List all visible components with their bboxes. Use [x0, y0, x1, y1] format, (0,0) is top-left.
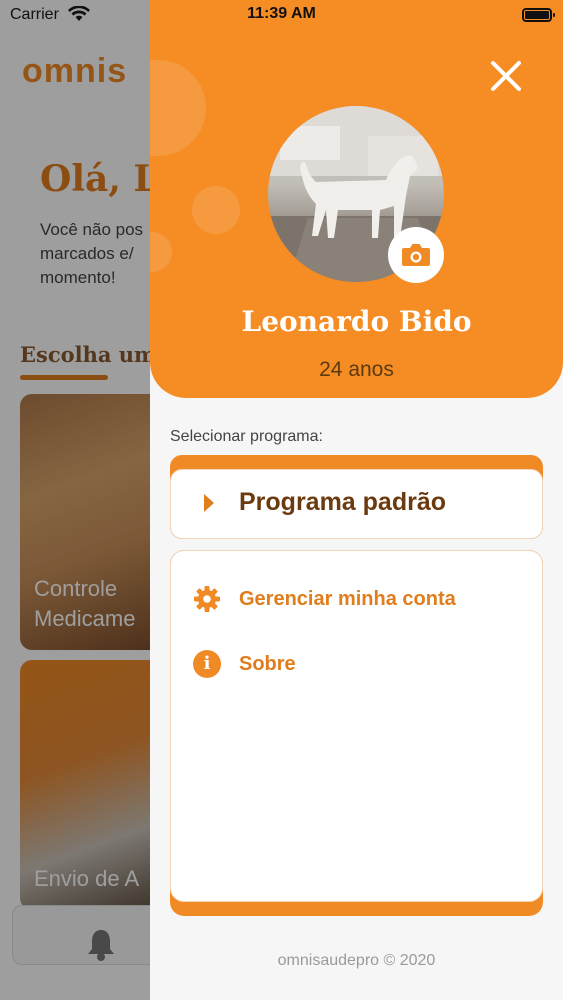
profile-age: 24 anos: [319, 358, 394, 381]
menu-item-label: Gerenciar minha conta: [239, 588, 456, 610]
program-selector: Programa padrão: [170, 455, 543, 539]
camera-icon: [402, 244, 430, 266]
drawer-menu-panel: Gerenciar minha conta i Sobre: [170, 550, 543, 902]
decor-bubble: [150, 60, 206, 156]
program-selector-button[interactable]: Programa padrão: [170, 469, 543, 539]
battery-icon: [522, 8, 555, 22]
info-icon: i: [193, 650, 221, 678]
clock: 11:39 AM: [247, 5, 316, 22]
menu-item-label: Sobre: [239, 653, 296, 675]
decor-bubble: [192, 186, 240, 234]
profile-name: Leonardo Bido: [241, 305, 472, 338]
status-bar: Carrier 11:39 AM: [0, 0, 563, 30]
footer-copyright: omnisaudepro © 2020: [277, 952, 436, 969]
caret-right-icon: [204, 494, 214, 512]
menu-item-about[interactable]: i Sobre: [193, 647, 513, 681]
menu-item-manage-account[interactable]: Gerenciar minha conta: [193, 582, 513, 616]
decor-bubble: [150, 232, 172, 272]
profile-header: Leonardo Bido 24 anos: [150, 0, 563, 398]
drawer-menu: Gerenciar minha conta i Sobre: [170, 550, 543, 916]
change-photo-button[interactable]: [388, 227, 444, 283]
side-drawer: Leonardo Bido 24 anos Selecionar program…: [150, 0, 563, 1000]
select-program-label: Selecionar programa:: [170, 428, 323, 445]
close-icon[interactable]: [488, 58, 524, 94]
selected-program: Programa padrão: [239, 488, 447, 516]
gear-icon: [194, 586, 220, 612]
